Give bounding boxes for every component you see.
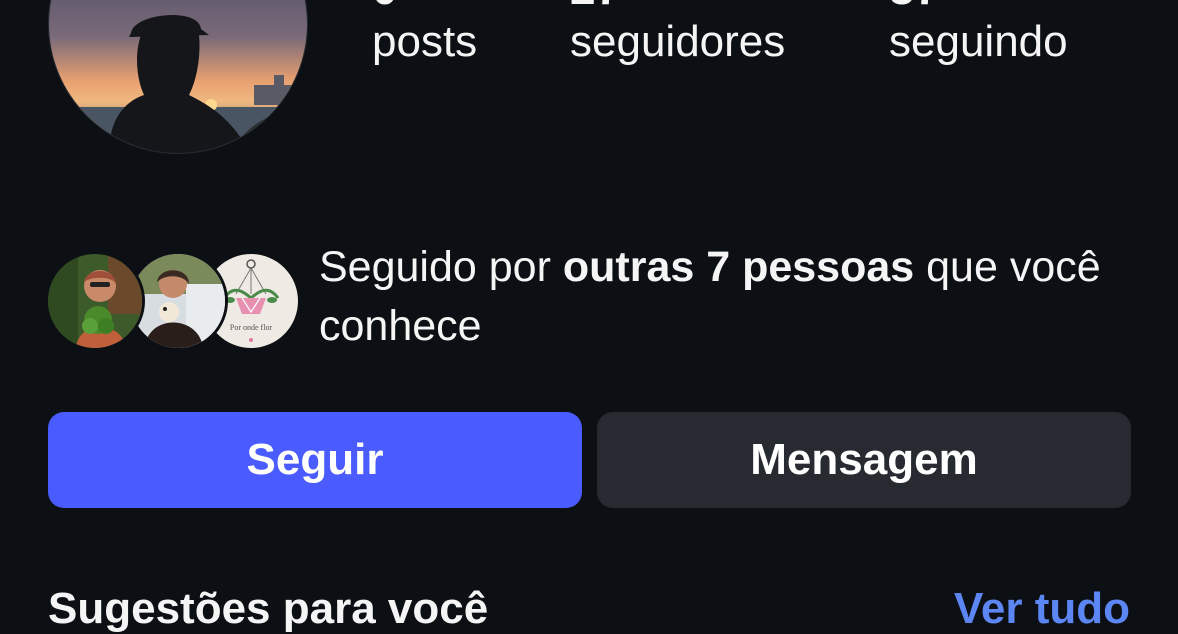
svg-text:Por onde flor: Por onde flor: [230, 323, 273, 332]
mutual-followers-text[interactable]: Seguido por outras 7 pessoas que você co…: [319, 238, 1139, 356]
followers-label: seguidores: [570, 17, 786, 66]
profile-avatar[interactable]: [48, 0, 308, 154]
following-count: 37: [889, 0, 1068, 16]
suggestions-title: Sugestões para você: [48, 584, 489, 633]
message-button[interactable]: Mensagem: [597, 412, 1131, 508]
mutual-followers-avatars[interactable]: Por onde flor: [45, 251, 301, 351]
followers-stat[interactable]: 27 seguidores: [570, 0, 785, 68]
follow-button[interactable]: Seguir: [48, 412, 582, 508]
followed-by-count: outras 7 pessoas: [562, 243, 915, 291]
posts-count: 0: [372, 0, 477, 16]
followed-by-prefix: Seguido por: [319, 243, 563, 291]
profile-photo: [49, 0, 307, 153]
see-all-link[interactable]: Ver tudo: [954, 584, 1130, 634]
posts-stat: 0 posts: [372, 0, 477, 68]
mutual-avatar-1: [45, 251, 145, 351]
followers-count: 27: [570, 0, 785, 16]
posts-label: posts: [372, 17, 478, 66]
following-label: seguindo: [889, 17, 1068, 66]
following-stat[interactable]: 37 seguindo: [889, 0, 1068, 68]
